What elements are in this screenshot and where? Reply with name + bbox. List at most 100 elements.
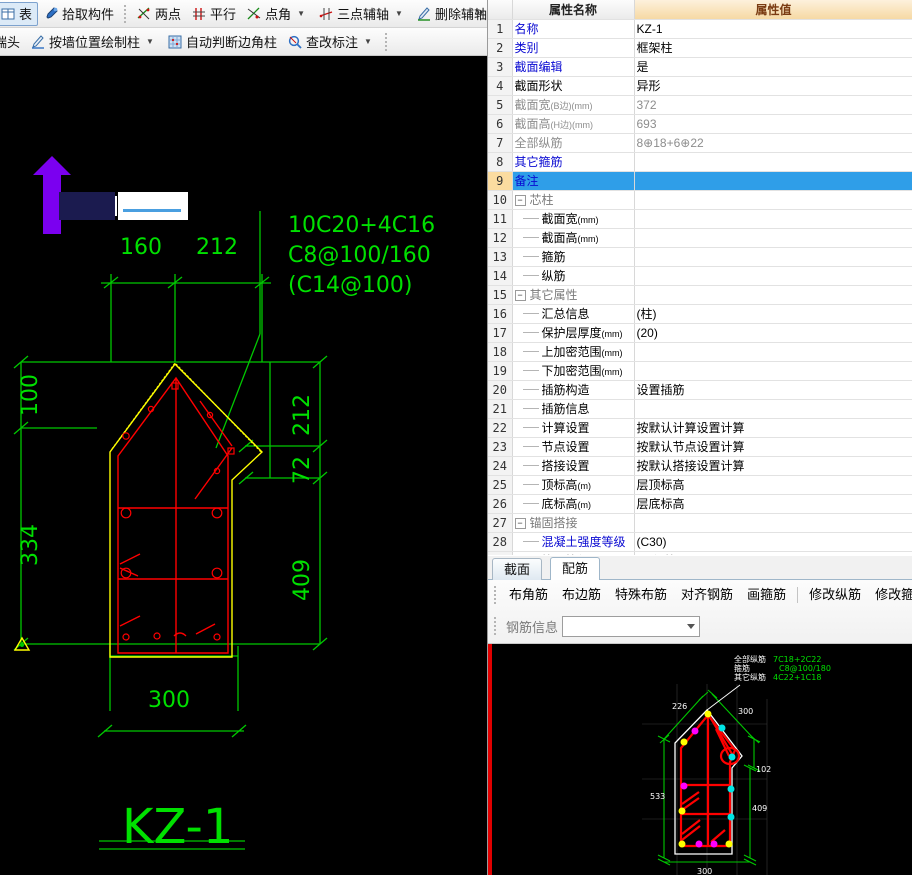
- property-row-name[interactable]: 上加密范围(mm): [512, 342, 635, 362]
- property-row-value[interactable]: [634, 342, 912, 362]
- toolbar-button-column-end[interactable]: 柱端头: [0, 30, 25, 54]
- toolbar-button-parallel[interactable]: 平行: [186, 2, 241, 26]
- property-row-value[interactable]: 按默认搭接设置计算: [634, 456, 912, 476]
- property-row[interactable]: 19 下加密范围(mm): [488, 361, 912, 381]
- toolbar-button-auto-corner-column[interactable]: 自动判断边角柱: [162, 30, 282, 54]
- property-row[interactable]: 21 插筋信息: [488, 399, 912, 419]
- rebar-button-corner[interactable]: 布角筋: [502, 584, 555, 606]
- property-row-name[interactable]: 下加密范围(mm): [512, 361, 635, 381]
- inline-text-editor[interactable]: [59, 192, 188, 220]
- property-row-value[interactable]: 框架柱: [634, 38, 912, 58]
- property-row-name[interactable]: 节点设置: [512, 437, 635, 457]
- property-row[interactable]: 29 抗震等级 (二级抗震): [488, 551, 912, 555]
- property-row-value[interactable]: 693: [634, 114, 912, 134]
- rebar-button-edge[interactable]: 布边筋: [555, 584, 608, 606]
- property-row[interactable]: 8 其它箍筋: [488, 152, 912, 172]
- toolbar-button-point-angle[interactable]: 点角 ▼: [241, 2, 313, 26]
- property-row[interactable]: 18 上加密范围(mm): [488, 342, 912, 362]
- property-row[interactable]: 2 类别 框架柱: [488, 38, 912, 58]
- toolbar-grip[interactable]: [494, 617, 497, 635]
- property-row-name[interactable]: 截面编辑: [512, 57, 635, 77]
- property-row[interactable]: 9 备注: [488, 171, 912, 191]
- property-row-name[interactable]: 全部纵筋: [512, 133, 635, 153]
- property-row[interactable]: 22 计算设置 按默认计算设置计算: [488, 418, 912, 438]
- property-row[interactable]: 20 插筋构造 设置插筋: [488, 380, 912, 400]
- property-row-name[interactable]: 其它箍筋: [512, 152, 635, 172]
- section-preview-canvas[interactable]: 全部纵筋 7C18+2C22 箍筋 C8@100/180 其它纵筋 4C22+1…: [488, 644, 912, 875]
- property-row-name[interactable]: 截面宽(mm): [512, 209, 635, 229]
- chevron-down-icon[interactable]: ▼: [143, 37, 157, 46]
- property-row[interactable]: 15− 其它属性: [488, 285, 912, 305]
- toolbar-button-pick-component[interactable]: 拾取构件: [38, 2, 119, 26]
- chevron-down-icon[interactable]: ▼: [294, 9, 308, 18]
- property-row-value[interactable]: 设置插筋: [634, 380, 912, 400]
- property-row-value[interactable]: [634, 513, 912, 533]
- property-row-name[interactable]: 汇总信息: [512, 304, 635, 324]
- toolbar-button-draw-column-by-wall[interactable]: 按墙位置绘制柱 ▼: [25, 30, 162, 54]
- property-row-name[interactable]: 截面高(mm): [512, 228, 635, 248]
- property-row-value[interactable]: [634, 171, 912, 191]
- rebar-info-combobox[interactable]: [562, 615, 701, 637]
- toolbar-overflow-button[interactable]: »: [476, 4, 483, 19]
- toolbar-button-two-point[interactable]: 两点: [131, 2, 186, 26]
- property-row[interactable]: 12 截面高(mm): [488, 228, 912, 248]
- property-row[interactable]: 11 截面宽(mm): [488, 209, 912, 229]
- property-row-name[interactable]: 截面形状: [512, 76, 635, 96]
- chevron-down-icon[interactable]: [687, 623, 696, 629]
- property-row-value[interactable]: [634, 152, 912, 172]
- property-row-name[interactable]: 纵筋: [512, 266, 635, 286]
- property-row-value[interactable]: 异形: [634, 76, 912, 96]
- property-row-value[interactable]: 是: [634, 57, 912, 77]
- tree-expander-icon[interactable]: −: [514, 518, 526, 530]
- rebar-button-align[interactable]: 对齐钢筋: [674, 584, 740, 606]
- property-row[interactable]: 27− 锚固搭接: [488, 513, 912, 533]
- property-row-value[interactable]: 按默认计算设置计算: [634, 418, 912, 438]
- property-row[interactable]: 17 保护层厚度(mm) (20): [488, 323, 912, 343]
- property-row-name[interactable]: 箍筋: [512, 247, 635, 267]
- property-row[interactable]: 23 节点设置 按默认节点设置计算: [488, 437, 912, 457]
- property-row[interactable]: 14 纵筋: [488, 266, 912, 286]
- property-row-name[interactable]: 搭接设置: [512, 456, 635, 476]
- property-row-name[interactable]: 截面高(H边)(mm): [512, 114, 635, 134]
- property-row-name[interactable]: − 芯柱: [512, 190, 635, 210]
- property-row-value[interactable]: (二级抗震): [634, 551, 912, 555]
- cad-canvas[interactable]: 160 212 10C20+4C16 C8@100/160 (C14@100) …: [0, 56, 487, 875]
- property-row-value[interactable]: (20): [634, 323, 912, 343]
- toolbar-button-table[interactable]: 表: [0, 1, 39, 26]
- property-row-name[interactable]: 抗震等级: [512, 551, 635, 555]
- property-row[interactable]: 13 箍筋: [488, 247, 912, 267]
- property-row-name[interactable]: 顶标高(m): [512, 475, 635, 495]
- property-row[interactable]: 1 名称 KZ-1: [488, 19, 912, 39]
- property-row-value[interactable]: 层顶标高: [634, 475, 912, 495]
- property-row-name[interactable]: 备注: [512, 171, 635, 191]
- property-row-value[interactable]: [634, 247, 912, 267]
- property-row-value[interactable]: KZ-1: [634, 19, 912, 39]
- property-row-name[interactable]: − 其它属性: [512, 285, 635, 305]
- property-row-value[interactable]: 层底标高: [634, 494, 912, 514]
- property-row-value[interactable]: [634, 209, 912, 229]
- chevron-down-icon[interactable]: ▼: [361, 37, 375, 46]
- property-row[interactable]: 4 截面形状 异形: [488, 76, 912, 96]
- rebar-button-draw-stirrup[interactable]: 画箍筋: [740, 584, 793, 606]
- property-row-name[interactable]: 混凝土强度等级: [512, 532, 635, 552]
- property-row-name[interactable]: 保护层厚度(mm): [512, 323, 635, 343]
- tree-expander-icon[interactable]: −: [514, 290, 526, 302]
- tree-expander-icon[interactable]: −: [514, 195, 526, 207]
- property-row-value[interactable]: 372: [634, 95, 912, 115]
- property-row-value[interactable]: [634, 190, 912, 210]
- property-row-value[interactable]: [634, 399, 912, 419]
- property-row-name[interactable]: 底标高(m): [512, 494, 635, 514]
- chevron-down-icon[interactable]: ▼: [392, 9, 406, 18]
- property-row[interactable]: 6 截面高(H边)(mm) 693: [488, 114, 912, 134]
- rebar-button-special[interactable]: 特殊布筋: [608, 584, 674, 606]
- toolbar-button-check-annotation[interactable]: 查改标注 ▼: [282, 30, 380, 54]
- property-row-value[interactable]: 8⊕18+6⊕22: [634, 133, 912, 153]
- property-row-value[interactable]: (C30): [634, 532, 912, 552]
- tab-section[interactable]: 截面: [492, 558, 543, 580]
- property-row-name[interactable]: 类别: [512, 38, 635, 58]
- property-row[interactable]: 10− 芯柱: [488, 190, 912, 210]
- toolbar-button-three-point-axis[interactable]: 三点辅轴 ▼: [313, 2, 411, 26]
- rebar-button-edit-stirrup[interactable]: 修改箍筋: [868, 584, 912, 606]
- property-row-value[interactable]: [634, 228, 912, 248]
- property-row-value[interactable]: (柱): [634, 304, 912, 324]
